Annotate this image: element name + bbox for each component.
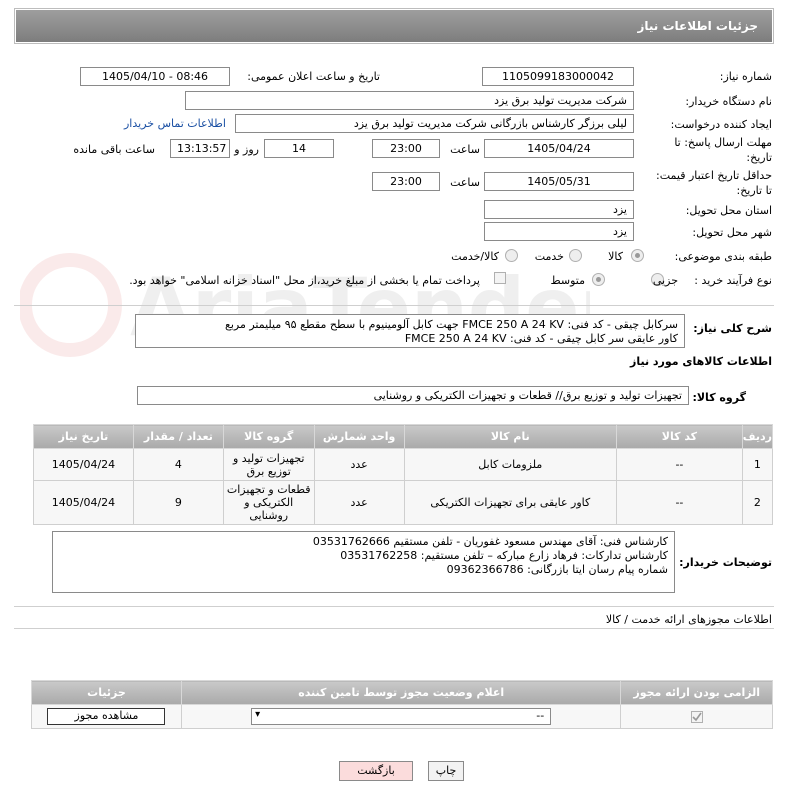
days-label: روز و bbox=[234, 143, 259, 156]
treasury-payment-checkbox[interactable] bbox=[494, 272, 506, 284]
treasury-payment-note: پرداخت تمام یا بخشی از مبلغ خرید،از محل … bbox=[129, 274, 480, 287]
description-line-1: سرکابل چیقی - کد فنی: FMCE 250 A 24 KV ج… bbox=[224, 318, 678, 331]
row-code: -- bbox=[616, 448, 743, 481]
announce-field: 1405/04/10 - 08:46 bbox=[80, 67, 230, 86]
deadline-label-date: تاریخ: bbox=[746, 151, 772, 164]
requester-field: لیلی برزگر کارشناس بازرگانی شرکت مدیریت … bbox=[235, 114, 634, 133]
row-date: 1405/04/24 bbox=[33, 480, 134, 525]
contact-info-link[interactable]: اطلاعات تماس خریدار bbox=[124, 117, 226, 130]
province-field: یزد bbox=[484, 200, 634, 219]
col-unit: واحد شمارش bbox=[313, 424, 405, 449]
description-label: شرح کلی نیاز: bbox=[693, 322, 772, 335]
description-line-2: کاور عایقی سر کابل چیقی - کد فنی: FMCE 2… bbox=[404, 332, 678, 345]
permit-status-select[interactable]: -- ▾ bbox=[251, 708, 552, 725]
col-qty: تعداد / مقدار bbox=[132, 424, 224, 449]
back-button[interactable]: بازگشت bbox=[339, 761, 413, 781]
city-label: شهر محل تحویل: bbox=[692, 226, 772, 239]
buyer-notes-line-2: کارشناس تدارکات: فرهاد زارع مبارکه – تلف… bbox=[340, 549, 668, 562]
need-number-field: 1105099183000042 bbox=[482, 67, 634, 86]
row-qty: 9 bbox=[132, 480, 224, 525]
row-unit: عدد bbox=[313, 480, 405, 525]
process-radio-medium[interactable] bbox=[592, 273, 605, 286]
divider bbox=[14, 305, 774, 306]
col-permit-required: الزامی بودن ارائه مجوز bbox=[620, 680, 773, 705]
col-permit-details: جزئیات bbox=[31, 680, 182, 705]
category-radio-goods[interactable] bbox=[631, 249, 644, 262]
process-option-minor: جزیی bbox=[652, 274, 678, 287]
buyer-org-field: شرکت مدیریت تولید برق یزد bbox=[185, 91, 634, 110]
goods-table-header: ردیف کد کالا نام کالا واحد شمارش گروه کا… bbox=[33, 424, 774, 449]
category-radio-goods-service[interactable] bbox=[505, 249, 518, 262]
city-field: یزد bbox=[484, 222, 634, 241]
row-name: ملزومات کابل bbox=[403, 448, 618, 481]
divider bbox=[14, 628, 774, 629]
goods-table: ردیف کد کالا نام کالا واحد شمارش گروه کا… bbox=[33, 424, 774, 525]
row-date: 1405/04/24 bbox=[33, 448, 134, 481]
row-qty: 4 bbox=[132, 448, 224, 481]
permit-required-checkbox[interactable] bbox=[690, 711, 703, 723]
permit-status-value: -- bbox=[536, 709, 545, 722]
permit-details-cell: مشاهده مجوز bbox=[31, 704, 182, 729]
validity-date-field: 1405/05/31 bbox=[484, 172, 634, 191]
category-option-service: خدمت bbox=[534, 250, 564, 263]
row-index: 2 bbox=[741, 480, 774, 525]
deadline-time-field: 23:00 bbox=[372, 139, 440, 158]
divider bbox=[14, 606, 774, 607]
permit-required-cell bbox=[620, 704, 773, 729]
goods-group-label: گروه کالا: bbox=[692, 391, 746, 404]
deadline-label: مهلت ارسال پاسخ: تا bbox=[674, 136, 772, 149]
row-name: کاور عایقی برای تجهیزات الکتریکی bbox=[403, 480, 618, 525]
validity-time-field: 23:00 bbox=[372, 172, 440, 191]
category-radio-service[interactable] bbox=[569, 249, 582, 262]
col-code: کد کالا bbox=[616, 424, 743, 449]
view-permit-button[interactable]: مشاهده مجوز bbox=[47, 708, 166, 725]
row-group: قطعات و تجهیزات الکتریکی و روشنایی bbox=[222, 480, 315, 525]
table-row: 2 -- کاور عایقی برای تجهیزات الکتریکی عد… bbox=[33, 480, 774, 525]
row-unit: عدد bbox=[313, 448, 405, 481]
remaining-label: ساعت باقی مانده bbox=[73, 143, 155, 156]
page-title: جزئیات اطلاعات نیاز bbox=[16, 10, 772, 42]
print-button[interactable]: چاپ bbox=[428, 761, 464, 781]
description-textarea[interactable]: سرکابل چیقی - کد فنی: FMCE 250 A 24 KV ج… bbox=[135, 314, 685, 348]
row-code: -- bbox=[616, 480, 743, 525]
buyer-org-label: نام دستگاه خریدار: bbox=[685, 95, 772, 108]
table-row: -- ▾ مشاهده مجوز bbox=[31, 704, 773, 729]
permits-table-header: الزامی بودن ارائه مجوز اعلام وضعیت مجوز … bbox=[31, 680, 773, 705]
days-field: 14 bbox=[264, 139, 334, 158]
buyer-notes-line-3: شماره پیام رسان ایتا بازرگانی: 093623667… bbox=[446, 563, 668, 576]
remaining-time-field: 13:13:57 bbox=[170, 139, 230, 158]
validity-label: حداقل تاریخ اعتبار قیمت: bbox=[656, 169, 772, 182]
col-permit-status: اعلام وضعیت مجوز توسط تامین کننده bbox=[180, 680, 622, 705]
chevron-down-icon: ▾ bbox=[255, 709, 261, 720]
permits-section-title: اطلاعات مجوزهای ارائه خدمت / کالا bbox=[605, 613, 772, 626]
goods-group-field: تجهیزات تولید و توزیع برق// قطعات و تجهی… bbox=[137, 386, 689, 405]
requester-label: ایجاد کننده درخواست: bbox=[670, 118, 772, 131]
category-label: طبقه بندی موضوعی: bbox=[674, 250, 772, 263]
table-row: 1 -- ملزومات کابل عدد تجهیزات تولید و تو… bbox=[33, 448, 774, 481]
permit-status-cell: -- ▾ bbox=[180, 704, 622, 729]
category-option-goods: کالا bbox=[608, 250, 623, 263]
row-group: تجهیزات تولید و توزیع برق bbox=[222, 448, 315, 481]
need-number-label: شماره نیاز: bbox=[719, 70, 772, 83]
row-index: 1 bbox=[741, 448, 774, 481]
deadline-date-field: 1405/04/24 bbox=[484, 139, 634, 158]
buyer-notes-label: توضیحات خریدار: bbox=[679, 556, 772, 569]
col-date: تاریخ نیاز bbox=[33, 424, 134, 449]
category-option-goods-service: کالا/خدمت bbox=[451, 250, 499, 263]
col-group: گروه کالا bbox=[222, 424, 315, 449]
province-label: استان محل تحویل: bbox=[685, 204, 772, 217]
buyer-notes-line-1: کارشناس فنی: آقای مهندس مسعود غفوریان - … bbox=[312, 535, 668, 548]
process-option-medium: متوسط bbox=[550, 274, 585, 287]
goods-section-title: اطلاعات کالاهای مورد نیاز bbox=[630, 355, 772, 368]
check-icon bbox=[692, 712, 702, 722]
announce-label: تاریخ و ساعت اعلان عمومی: bbox=[247, 70, 380, 83]
permits-table: الزامی بودن ارائه مجوز اعلام وضعیت مجوز … bbox=[31, 680, 773, 729]
col-name: نام کالا bbox=[403, 424, 618, 449]
validity-time-label: ساعت bbox=[450, 176, 480, 189]
process-label: نوع فرآیند خرید : bbox=[694, 274, 772, 287]
buyer-notes-textarea[interactable]: کارشناس فنی: آقای مهندس مسعود غفوریان - … bbox=[52, 531, 675, 593]
validity-label-date: تا تاریخ: bbox=[736, 184, 772, 197]
col-row: ردیف bbox=[741, 424, 774, 449]
deadline-time-label: ساعت bbox=[450, 143, 480, 156]
